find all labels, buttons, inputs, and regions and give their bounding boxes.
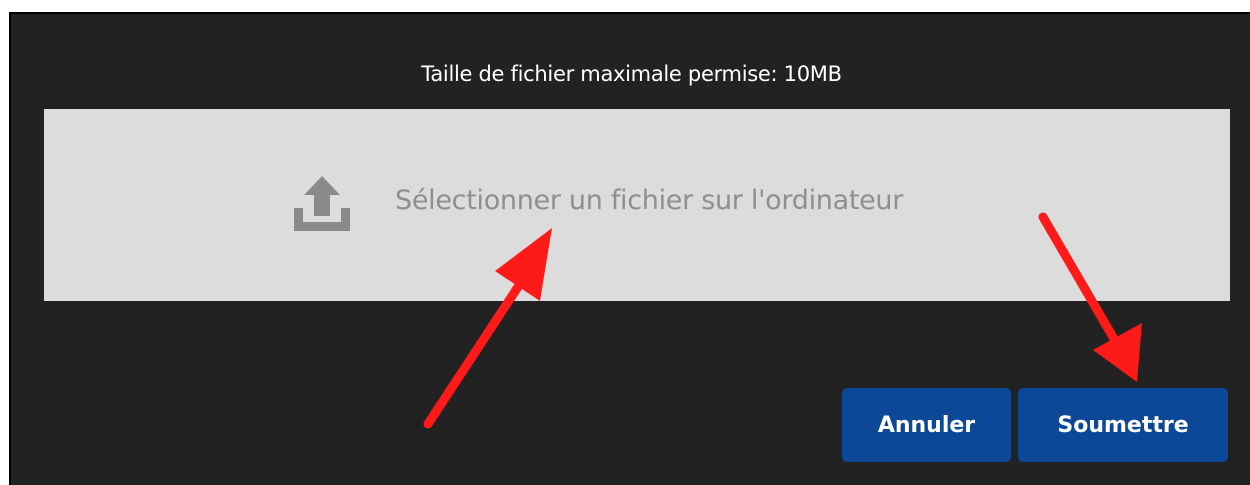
cancel-button[interactable]: Annuler — [842, 388, 1011, 462]
select-file-label: Sélectionner un fichier sur l'ordinateur — [395, 185, 904, 216]
file-dropzone[interactable]: Sélectionner un fichier sur l'ordinateur — [44, 109, 1230, 301]
upload-icon — [294, 176, 350, 231]
upload-dialog: Taille de fichier maximale permise: 10MB… — [9, 12, 1250, 485]
screenshot-frame: Taille de fichier maximale permise: 10MB… — [0, 0, 1250, 485]
submit-button[interactable]: Soumettre — [1018, 388, 1228, 462]
max-file-size-label: Taille de fichier maximale permise: 10MB — [421, 62, 842, 86]
